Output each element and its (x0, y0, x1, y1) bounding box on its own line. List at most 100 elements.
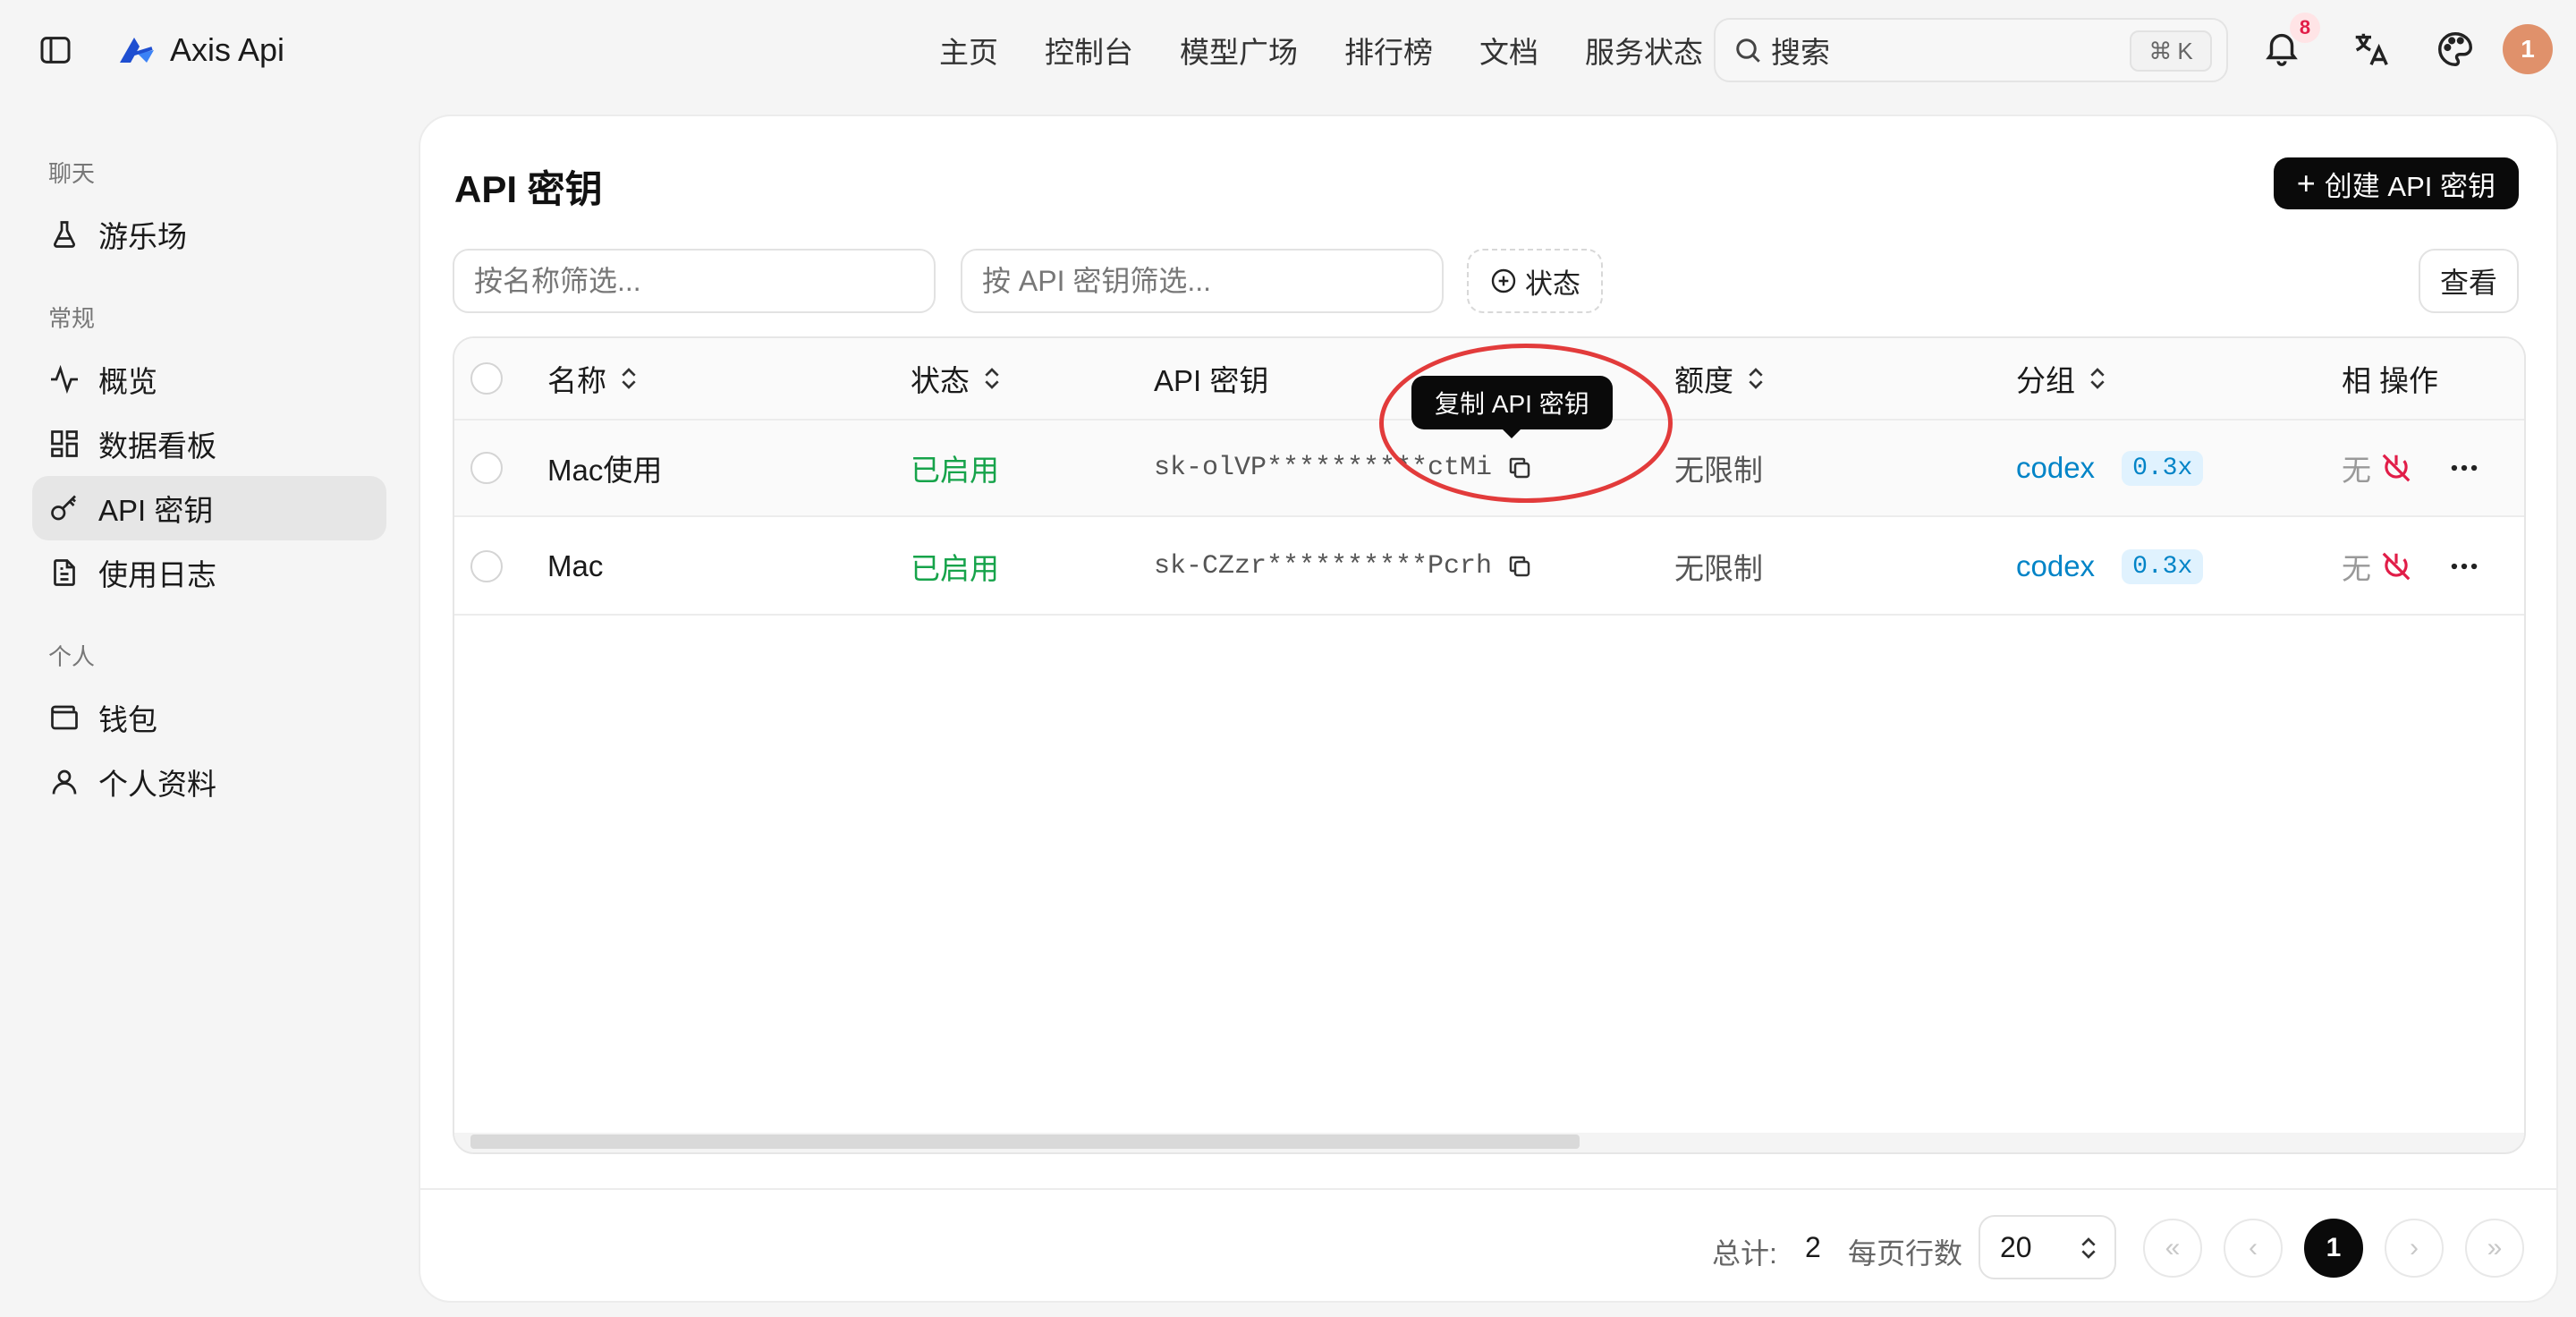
sidebar-toggle-icon[interactable] (38, 32, 73, 68)
dashboard-icon (48, 428, 80, 460)
flask-icon (48, 218, 80, 251)
column-key-label: API 密钥 (1154, 364, 1269, 397)
rows-per-page-value: 20 (2000, 1230, 2032, 1263)
first-page-button[interactable]: « (2143, 1219, 2202, 1278)
brand[interactable]: Axis Api (116, 27, 284, 73)
search-icon (1732, 34, 1764, 66)
row-key: sk-olVP**********ctMi (1154, 453, 1493, 483)
last-page-button[interactable]: » (2465, 1219, 2524, 1278)
row-quota: 无限制 (1674, 454, 1763, 487)
page-title: API 密钥 (454, 168, 603, 210)
column-header-quota[interactable]: 额度 (1674, 338, 1766, 419)
prev-page-button[interactable]: ‹ (2224, 1219, 2283, 1278)
column-group-label: 分组 (2016, 364, 2075, 397)
row-ops-cell (2379, 421, 2481, 515)
sidebar-item-wallet[interactable]: 钱包 (32, 685, 386, 750)
row-extra: 无 (2342, 552, 2371, 585)
row-group-link[interactable]: codex (2016, 549, 2095, 583)
filter-name-input[interactable] (453, 249, 936, 313)
nav-models[interactable]: 模型广场 (1180, 29, 1298, 72)
sidebar-item-label: 概览 (98, 365, 157, 398)
sidebar-item-usage-logs[interactable]: 使用日志 (32, 540, 386, 605)
row-extra: 无 (2342, 454, 2371, 487)
sidebar-item-dashboard[interactable]: 数据看板 (32, 412, 386, 476)
main-card: API 密钥 + 创建 API 密钥 状态 查看 名称 状态 API 密钥 (419, 115, 2558, 1303)
user-icon (48, 766, 80, 798)
row-checkbox-cell (470, 421, 503, 515)
row-ops-cell (2379, 519, 2481, 614)
search-input[interactable]: 搜索 ⌘ K (1714, 18, 2228, 82)
more-icon[interactable] (2447, 451, 2481, 485)
palette-icon[interactable] (2435, 29, 2476, 70)
key-icon (48, 492, 80, 524)
nav-service-status[interactable]: 服务状态 (1585, 29, 1703, 72)
scrollbar-thumb[interactable] (470, 1134, 1580, 1149)
nav-home[interactable]: 主页 (939, 29, 998, 72)
column-header-name[interactable]: 名称 (547, 338, 639, 419)
row-checkbox-cell (470, 519, 503, 614)
sidebar-item-label: 钱包 (98, 703, 157, 736)
api-keys-table: 名称 状态 API 密钥 额度 分组 相 操作 Mac使用 已启用 sk-olV… (453, 336, 2526, 1154)
sidebar-item-playground[interactable]: 游乐场 (32, 202, 386, 267)
shortcut-key: K (2177, 37, 2193, 64)
next-page-button[interactable]: › (2385, 1219, 2444, 1278)
plus-icon: + (2296, 165, 2316, 201)
row-name: Mac使用 (547, 454, 663, 487)
header-checkbox-cell (470, 338, 503, 419)
activity-icon (48, 363, 80, 395)
wallet-icon (48, 701, 80, 734)
row-group-link[interactable]: codex (2016, 451, 2095, 485)
sidebar-item-label: API 密钥 (98, 494, 214, 527)
sidebar-item-api-keys[interactable]: API 密钥 (32, 476, 386, 540)
sidebar-item-overview[interactable]: 概览 (32, 347, 386, 412)
sidebar-item-label: 使用日志 (98, 558, 216, 591)
sort-icon (2090, 368, 2105, 389)
row-group-cell: codex 0.3x (2016, 421, 2204, 515)
row-status: 已启用 (911, 552, 999, 585)
app-name: Axis Api (170, 31, 285, 68)
sidebar-item-label: 个人资料 (98, 768, 216, 801)
total-label: 总计: (1712, 1237, 1777, 1270)
horizontal-scrollbar[interactable] (454, 1133, 2524, 1152)
select-all-checkbox[interactable] (470, 362, 503, 395)
nav-leaderboard[interactable]: 排行榜 (1344, 29, 1433, 72)
status-filter-button[interactable]: 状态 (1467, 249, 1603, 313)
view-button[interactable]: 查看 (2419, 249, 2519, 313)
sidebar-item-label: 游乐场 (98, 220, 187, 253)
column-name-label: 名称 (547, 364, 606, 397)
rows-per-page-label: 每页行数 (1848, 1237, 1963, 1270)
copy-icon[interactable] (1506, 455, 1533, 481)
nav-docs[interactable]: 文档 (1479, 29, 1538, 72)
row-quota: 无限制 (1674, 552, 1763, 585)
sidebar-group-personal: 个人 (48, 643, 96, 670)
create-api-key-button[interactable]: + 创建 API 密钥 (2273, 157, 2519, 209)
row-status: 已启用 (911, 454, 999, 487)
column-header-extra: 相 (2342, 364, 2371, 397)
row-checkbox[interactable] (470, 452, 503, 484)
total-value: 2 (1805, 1231, 1821, 1263)
row-group-cell: codex 0.3x (2016, 519, 2204, 614)
table-row[interactable]: Mac使用 已启用 sk-olVP**********ctMi 无限制 code… (454, 421, 2524, 517)
sidebar-item-label: 数据看板 (98, 429, 216, 463)
translate-icon[interactable] (2351, 29, 2392, 70)
disable-icon[interactable] (2379, 451, 2413, 485)
copy-icon[interactable] (1506, 553, 1533, 580)
nav-console[interactable]: 控制台 (1045, 29, 1133, 72)
table-row[interactable]: Mac 已启用 sk-CZzr**********Pcrh 无限制 codex … (454, 519, 2524, 616)
column-header-group[interactable]: 分组 (2016, 338, 2107, 419)
search-shortcut: ⌘ K (2130, 30, 2212, 72)
more-icon[interactable] (2447, 549, 2481, 583)
row-key-cell: sk-CZzr**********Pcrh (1154, 519, 1533, 614)
row-key: sk-CZzr**********Pcrh (1154, 551, 1493, 582)
plus-circle-icon (1489, 267, 1518, 295)
avatar[interactable]: 1 (2503, 24, 2553, 74)
sidebar-item-profile[interactable]: 个人资料 (32, 750, 386, 814)
row-checkbox[interactable] (470, 550, 503, 582)
column-header-ops: 操作 (2379, 364, 2438, 397)
disable-icon[interactable] (2379, 549, 2413, 583)
rows-per-page-select[interactable]: 20 (1979, 1215, 2116, 1279)
sort-icon (622, 368, 636, 389)
page-button-current[interactable]: 1 (2304, 1219, 2363, 1278)
filter-key-input[interactable] (961, 249, 1444, 313)
column-header-status[interactable]: 状态 (911, 338, 1002, 419)
